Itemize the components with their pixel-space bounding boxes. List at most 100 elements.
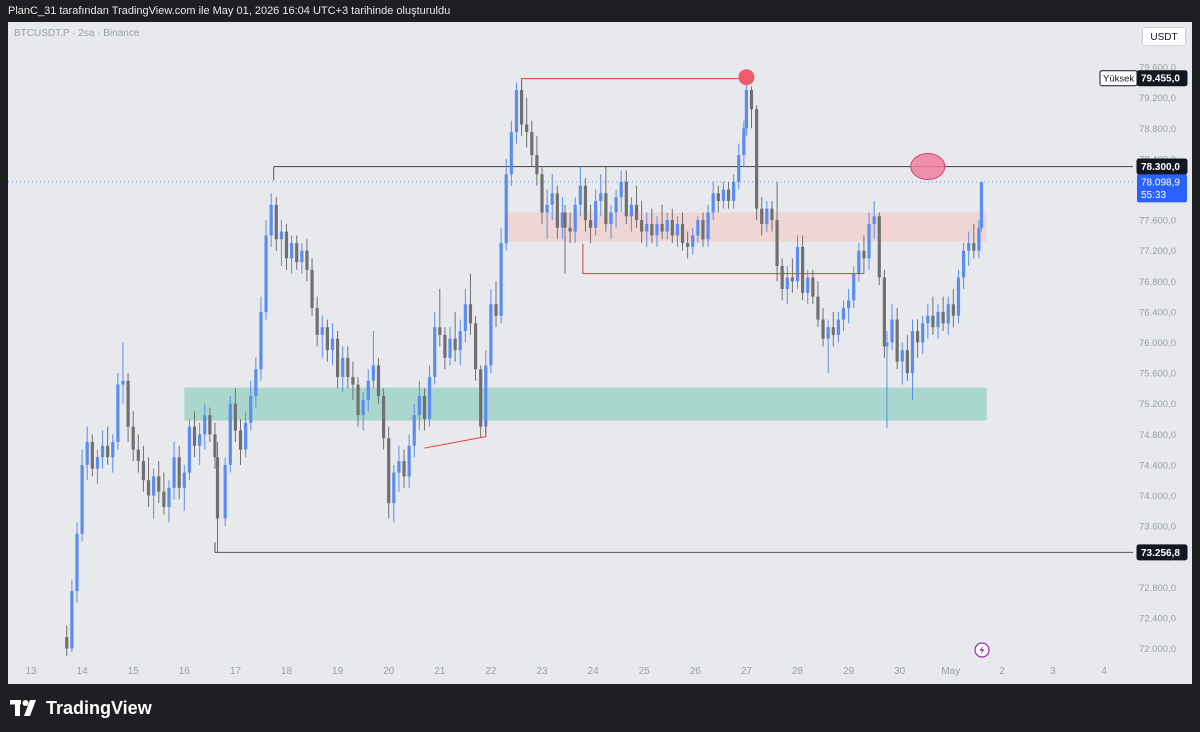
candle-body: [336, 338, 340, 377]
demand-zone[interactable]: [184, 387, 987, 421]
candle: [305, 239, 309, 282]
candle: [187, 419, 192, 481]
candle-body: [706, 212, 710, 240]
countdown-text: 55:33: [1141, 190, 1166, 201]
candle-body: [341, 357, 345, 377]
tradingview-logo-icon: [10, 700, 36, 716]
candle-body: [977, 227, 981, 251]
price-tick-label: 74.000,0: [1139, 491, 1176, 502]
candle: [95, 449, 100, 485]
candle: [525, 97, 529, 148]
candle-body: [438, 327, 442, 335]
candle-body: [841, 308, 846, 320]
candle-body: [578, 185, 582, 205]
brand[interactable]: TradingView: [10, 698, 152, 718]
candle-body: [675, 223, 680, 236]
symbol-info: BTCUSDT.P · 2sa · Binance: [14, 28, 140, 39]
candle: [530, 120, 534, 167]
candle-body: [85, 441, 89, 465]
chart-area[interactable]: 79.600,079.200,078.800,078.400,078.000,0…: [8, 22, 1192, 684]
candle-body: [614, 197, 618, 213]
candle-body: [315, 308, 319, 335]
price-tick-label: 74.400,0: [1139, 460, 1176, 471]
candle: [941, 296, 945, 332]
resistance-price-label: 78.300,0: [1136, 158, 1188, 175]
price-tick-label: 73.600,0: [1139, 522, 1176, 533]
time-tick-label: 14: [77, 666, 89, 677]
candle: [407, 434, 411, 488]
candle-body: [376, 365, 381, 397]
candle-body: [665, 220, 669, 232]
candle-body: [499, 243, 503, 316]
candle-body: [238, 430, 243, 450]
candle-body: [609, 212, 613, 224]
candle-body: [192, 426, 197, 446]
candle-body: [634, 204, 639, 221]
candle-body: [877, 216, 881, 278]
candle: [716, 185, 720, 213]
candle-body: [915, 331, 920, 343]
peak-marker[interactable]: [738, 69, 755, 86]
candle-body: [645, 223, 649, 232]
candle: [780, 258, 784, 301]
price-tick-label: 72.800,0: [1139, 583, 1176, 594]
candle: [146, 457, 151, 507]
candle: [259, 296, 263, 381]
candle-body: [448, 338, 452, 358]
time-tick-label: 30: [894, 666, 906, 677]
candle-body: [972, 243, 976, 251]
candle-body: [979, 181, 984, 228]
candle-body: [867, 223, 871, 259]
candle-body: [284, 231, 289, 259]
target-marker[interactable]: [910, 153, 946, 181]
time-tick-label: 3: [1050, 666, 1056, 677]
supply-zone[interactable]: [506, 212, 987, 242]
candle-body: [594, 200, 598, 228]
lightning-icon[interactable]: [974, 642, 990, 658]
candle-body: [65, 637, 69, 649]
candle: [438, 288, 442, 347]
candle-body: [847, 300, 851, 309]
candle-body: [223, 464, 227, 519]
candle-body: [765, 208, 769, 224]
candle-body: [479, 369, 483, 427]
candle-body: [732, 181, 736, 201]
candle: [795, 235, 800, 289]
time-tick-label: 25: [639, 666, 651, 677]
candle-body: [208, 415, 212, 435]
candle-body: [872, 216, 876, 224]
candle: [341, 346, 345, 393]
high-label-text: Yüksek: [1103, 74, 1134, 85]
candle: [775, 181, 779, 282]
time-tick-label: 22: [485, 666, 497, 677]
candle: [284, 223, 289, 270]
candle-body: [573, 204, 577, 232]
time-tick-label: 4: [1101, 666, 1107, 677]
candle-body: [831, 327, 835, 335]
candle: [956, 269, 961, 324]
candle-body: [141, 461, 146, 481]
candle-body: [290, 243, 294, 259]
trend-line[interactable]: [424, 436, 486, 449]
candle-body: [244, 422, 248, 450]
candlestick-chart[interactable]: 79.600,079.200,078.800,078.400,078.000,0…: [8, 22, 1192, 684]
candle-body: [583, 185, 588, 221]
time-tick-label: 19: [332, 666, 344, 677]
time-tick-label: 17: [230, 666, 242, 677]
candle: [841, 300, 846, 332]
candle: [811, 269, 815, 305]
candle: [274, 197, 278, 251]
candle: [264, 220, 268, 320]
candle-body: [885, 342, 889, 347]
candle: [979, 181, 984, 232]
candle: [826, 319, 830, 374]
candle-body: [941, 311, 945, 324]
candle: [946, 296, 950, 335]
candle: [116, 373, 120, 450]
time-tick-label: 20: [383, 666, 395, 677]
candle-body: [857, 250, 861, 274]
candle-body: [806, 277, 810, 293]
currency-button[interactable]: USDT: [1142, 27, 1186, 46]
candle: [427, 365, 432, 427]
candle-body: [427, 376, 432, 419]
